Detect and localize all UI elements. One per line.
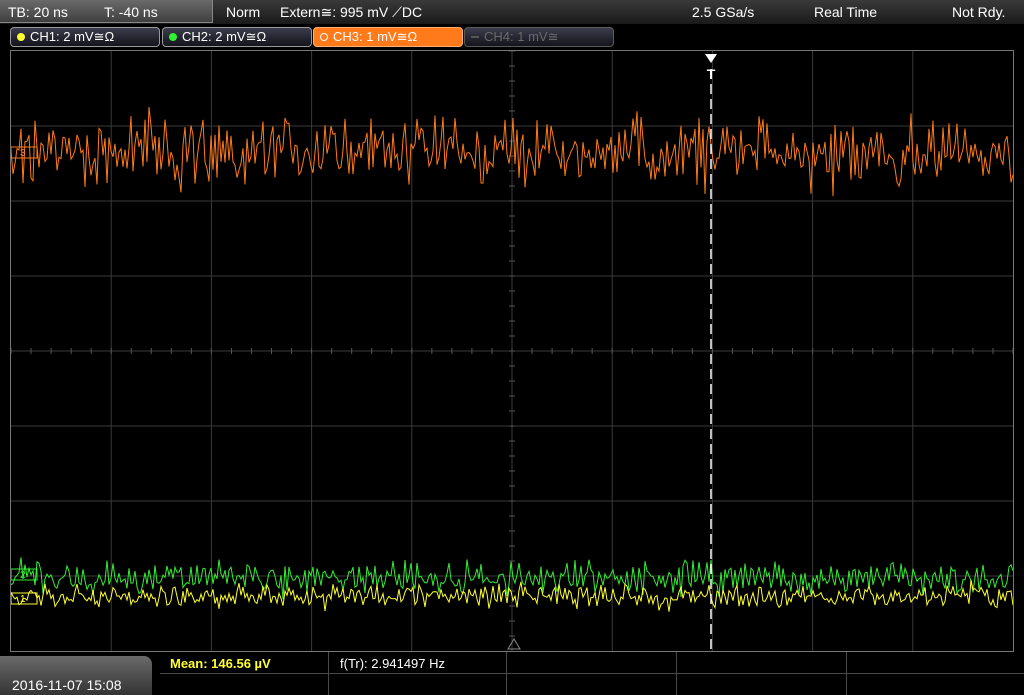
channel-3-level-marker[interactable]: 3 xyxy=(11,146,38,159)
channel-bar: CH1: 2 mV≅Ω CH2: 2 mV≅Ω CH3: 1 mV≅Ω CH4:… xyxy=(0,24,1024,50)
waveform-svg: T 3 2 1 xyxy=(11,51,1013,651)
sample-rate: 2.5 GSa/s xyxy=(692,4,755,20)
svg-text:3: 3 xyxy=(20,148,26,159)
channel-3-dot-icon xyxy=(320,33,328,41)
svg-text:1: 1 xyxy=(20,594,26,605)
channel-4-button[interactable]: CH4: 1 mV≅ xyxy=(464,27,614,47)
trigger-position-marker-icon[interactable] xyxy=(705,54,717,63)
status-bar: TB: 20 ns T: -40 ns Norm Extern≅: 995 mV… xyxy=(0,0,1024,24)
frequency-measurement: f(Tr): 2.941497 Hz xyxy=(340,656,446,671)
trigger-label: T xyxy=(707,66,716,82)
acquisition-mode: Real Time xyxy=(814,4,878,20)
channel-1-dot-icon xyxy=(17,33,25,41)
datetime: 2016-11-07 15:08 xyxy=(12,677,122,693)
channel-2-dot-icon xyxy=(169,33,177,41)
timebase-readout[interactable]: TB: 20 ns xyxy=(8,4,68,20)
channel-3-button[interactable]: CH3: 1 mV≅Ω xyxy=(313,27,463,47)
channel-1-label: CH1: 2 mV≅Ω xyxy=(30,29,115,44)
mean-measurement: Mean: 146.56 µV xyxy=(170,656,271,671)
channel-4-dash-icon xyxy=(471,36,479,38)
waveform-display[interactable]: T 3 2 1 xyxy=(10,50,1014,652)
trigger-mode[interactable]: Norm xyxy=(226,4,260,20)
measurement-bar: 2016-11-07 15:08 Mean: 146.56 µV f(Tr): … xyxy=(0,652,1024,695)
svg-text:2: 2 xyxy=(20,570,26,581)
trigger-offset-marker-icon xyxy=(507,638,521,650)
datetime-box: 2016-11-07 15:08 xyxy=(0,656,152,695)
measurement-table[interactable]: Mean: 146.56 µV f(Tr): 2.941497 Hz xyxy=(160,652,1024,695)
trigger-source[interactable]: Extern≅: 995 mV ⟋DC xyxy=(280,4,422,21)
channel-3-label: CH3: 1 mV≅Ω xyxy=(333,29,418,44)
channel-4-label: CH4: 1 mV≅ xyxy=(484,29,559,44)
trigger-time-readout[interactable]: T: -40 ns xyxy=(104,4,158,20)
channel-1-button[interactable]: CH1: 2 mV≅Ω xyxy=(10,27,160,47)
channel-2-label: CH2: 2 mV≅Ω xyxy=(182,29,267,44)
channel-2-button[interactable]: CH2: 2 mV≅Ω xyxy=(162,27,312,47)
trigger-state: Not Rdy. xyxy=(952,4,1006,20)
